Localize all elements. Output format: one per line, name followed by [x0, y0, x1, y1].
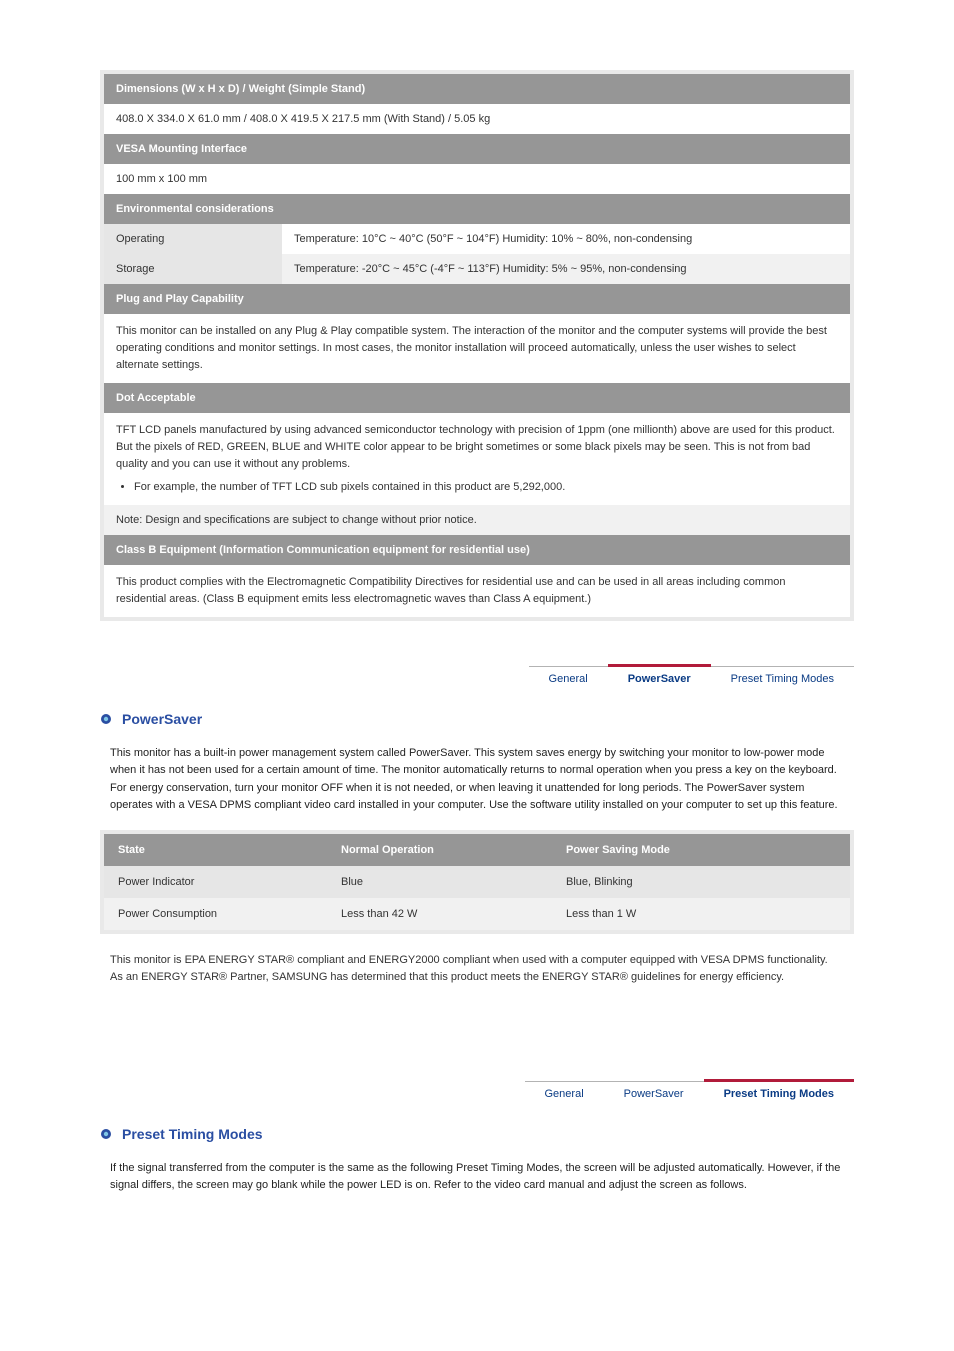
row-power-indicator: Power Indicator	[102, 866, 327, 898]
bullet-icon	[100, 1128, 112, 1140]
powersaver-table: State Normal Operation Power Saving Mode…	[100, 830, 854, 934]
classb-header: Class B Equipment (Information Communica…	[102, 535, 852, 565]
tab-preset-active[interactable]: Preset Timing Modes	[704, 1079, 854, 1106]
pi-normal: Blue	[327, 866, 552, 898]
dot-body-text: TFT LCD panels manufactured by using adv…	[116, 422, 838, 473]
tab-preset[interactable]: Preset Timing Modes	[711, 667, 854, 691]
tab-strip-preset: General PowerSaver Preset Timing Modes	[100, 1081, 854, 1106]
env-header: Environmental considerations	[102, 194, 852, 224]
row-power-consumption: Power Consumption	[102, 898, 327, 932]
vesa-header: VESA Mounting Interface	[102, 134, 852, 164]
pc-psm: Less than 1 W	[552, 898, 852, 932]
pnp-header: Plug and Play Capability	[102, 284, 852, 314]
tab-powersaver-active[interactable]: PowerSaver	[608, 664, 711, 691]
note-design: Note: Design and specifications are subj…	[102, 505, 852, 535]
col-state: State	[102, 832, 327, 866]
tab-strip-powersaver: General PowerSaver Preset Timing Modes	[100, 666, 854, 691]
powersaver-para: This monitor has a built-in power manage…	[110, 745, 844, 813]
dimensions-header: Dimensions (W x H x D) / Weight (Simple …	[102, 72, 852, 104]
col-normal: Normal Operation	[327, 832, 552, 866]
classb-body: This product complies with the Electroma…	[102, 565, 852, 619]
energystar-note: This monitor is EPA ENERGY STAR® complia…	[110, 952, 844, 986]
bullet-icon	[100, 713, 112, 725]
vesa-value: 100 mm x 100 mm	[102, 164, 852, 194]
pnp-body: This monitor can be installed on any Plu…	[102, 314, 852, 383]
spec-table: Dimensions (W x H x D) / Weight (Simple …	[100, 70, 854, 621]
col-psm: Power Saving Mode	[552, 832, 852, 866]
operating-value: Temperature: 10°C ~ 40°C (50°F ~ 104°F) …	[282, 224, 852, 254]
tab-general-2[interactable]: General	[525, 1082, 604, 1106]
preset-para: If the signal transferred from the compu…	[110, 1160, 844, 1194]
storage-label: Storage	[102, 254, 282, 284]
pc-normal: Less than 42 W	[327, 898, 552, 932]
preset-title: Preset Timing Modes	[122, 1126, 263, 1142]
tab-general[interactable]: General	[529, 667, 608, 691]
dot-example: For example, the number of TFT LCD sub p…	[134, 479, 838, 496]
powersaver-title: PowerSaver	[122, 711, 202, 727]
tab-powersaver-2[interactable]: PowerSaver	[604, 1082, 704, 1106]
dimensions-value: 408.0 X 334.0 X 61.0 mm / 408.0 X 419.5 …	[102, 104, 852, 134]
pi-psm: Blue, Blinking	[552, 866, 852, 898]
dot-header: Dot Acceptable	[102, 383, 852, 413]
dot-body: TFT LCD panels manufactured by using adv…	[102, 413, 852, 505]
storage-value: Temperature: -20°C ~ 45°C (-4°F ~ 113°F)…	[282, 254, 852, 284]
operating-label: Operating	[102, 224, 282, 254]
